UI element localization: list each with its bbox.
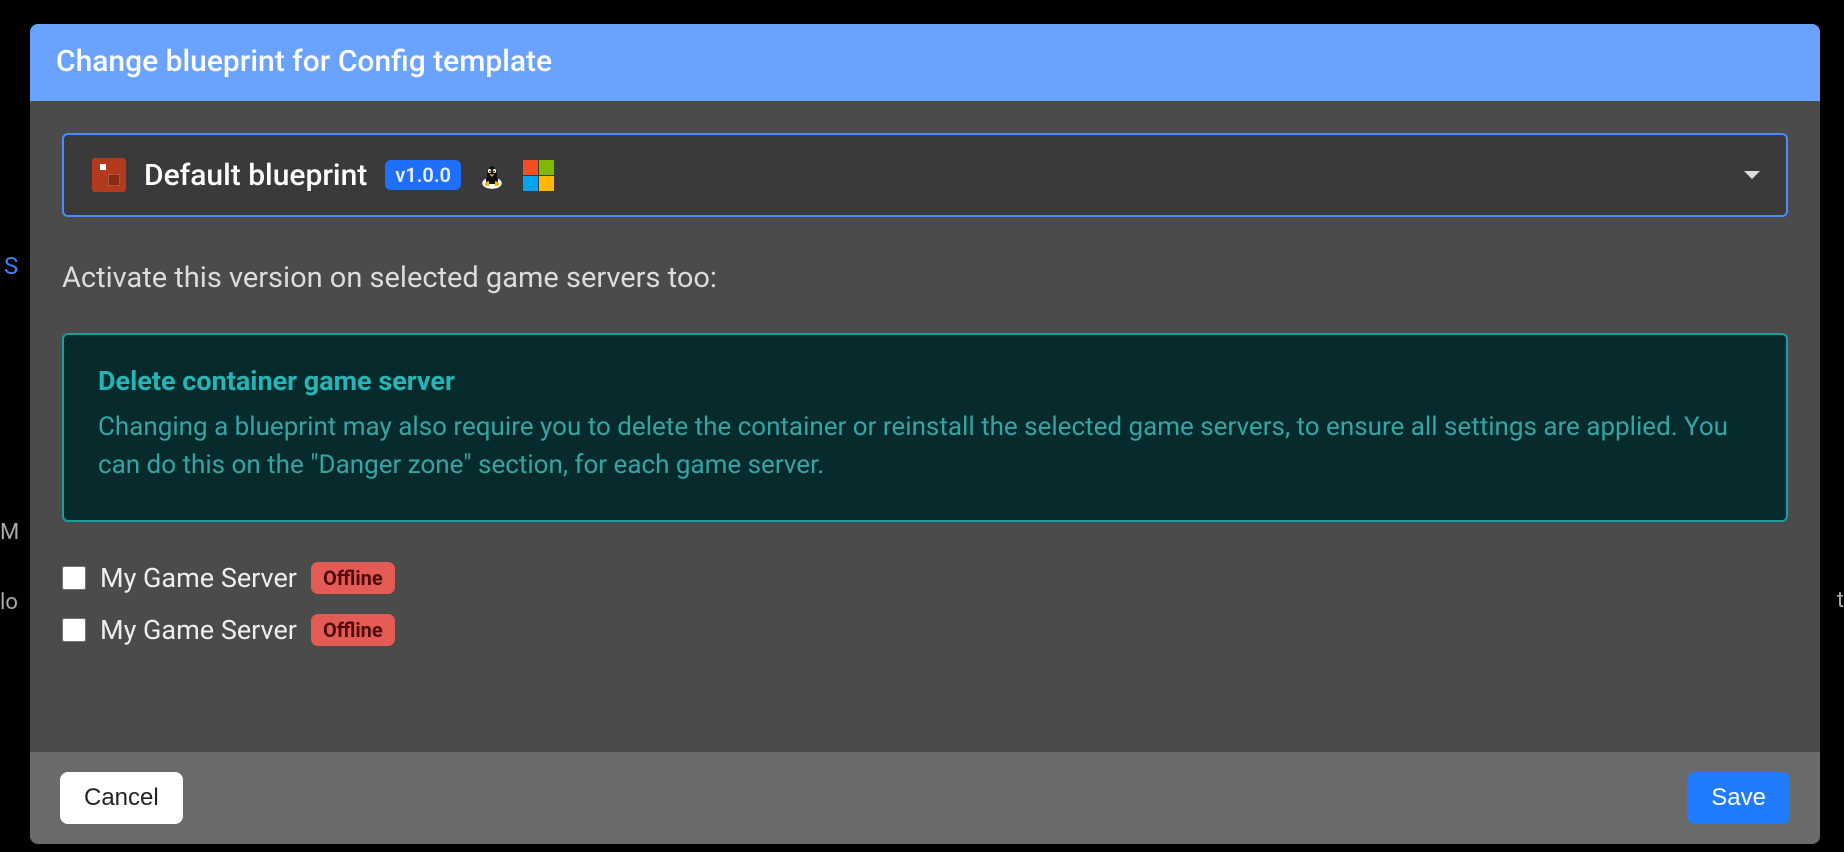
blueprint-select-label: Default blueprint [144, 158, 367, 193]
status-badge: Offline [311, 562, 395, 594]
bg-hint: M [0, 520, 19, 545]
info-text: Changing a blueprint may also require yo… [98, 409, 1752, 484]
status-badge: Offline [311, 614, 395, 646]
server-name: My Game Server [100, 562, 297, 594]
bg-hint: t [1837, 588, 1844, 613]
modal-body: Default blueprint v1.0.0 [30, 101, 1820, 752]
info-title: Delete container game server [98, 365, 1752, 397]
server-name: My Game Server [100, 614, 297, 646]
windows-icon [523, 159, 555, 191]
version-badge: v1.0.0 [385, 160, 461, 190]
server-row[interactable]: My Game Server Offline [62, 614, 1788, 646]
server-checkbox[interactable] [62, 618, 86, 642]
server-row[interactable]: My Game Server Offline [62, 562, 1788, 594]
modal-footer: Cancel Save [30, 752, 1820, 844]
app-icon [92, 158, 126, 192]
server-list: My Game Server Offline My Game Server Of… [62, 562, 1788, 646]
bg-hint: lo [0, 590, 18, 615]
server-checkbox[interactable] [62, 566, 86, 590]
blueprint-select[interactable]: Default blueprint v1.0.0 [62, 133, 1788, 217]
chevron-down-icon [1744, 171, 1760, 179]
linux-icon [479, 160, 505, 190]
save-button[interactable]: Save [1687, 772, 1790, 824]
cancel-button[interactable]: Cancel [60, 772, 183, 824]
info-box: Delete container game server Changing a … [62, 333, 1788, 522]
change-blueprint-modal: Change blueprint for Config template Def… [30, 24, 1820, 844]
bg-hint: S [4, 252, 18, 280]
modal-title: Change blueprint for Config template [30, 24, 1820, 101]
section-heading: Activate this version on selected game s… [62, 261, 1788, 295]
